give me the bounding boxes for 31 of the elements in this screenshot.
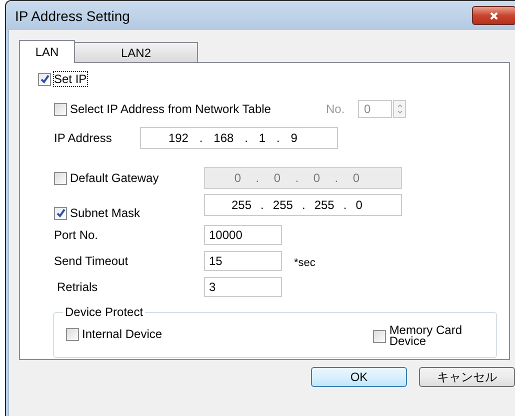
text-field[interactable]: 3 [204, 277, 282, 297]
field-label: Retrials [57, 280, 99, 294]
ip-address-field[interactable]: 192 . 168 . 1 . 9 [140, 127, 338, 149]
tab[interactable]: LAN2 [74, 42, 198, 62]
unit-label: *sec [294, 257, 316, 269]
checkbox[interactable] [38, 72, 51, 86]
field-label: Port No. [54, 228, 100, 242]
close-button[interactable] [472, 6, 515, 25]
field-label: Send Timeout [54, 254, 130, 268]
group-title: Device Protect [63, 305, 146, 319]
ok-button[interactable]: OK [311, 367, 407, 387]
up-down-arrows-icon [396, 102, 404, 116]
field-label: No. [326, 102, 346, 116]
checkbox[interactable] [54, 206, 67, 220]
close-icon [489, 10, 499, 20]
window-title: IP Address Setting [15, 8, 130, 24]
spin-buttons[interactable] [393, 100, 406, 118]
text-field[interactable]: 10000 [204, 225, 282, 245]
checkbox-label: Memory Card Device [389, 325, 462, 347]
set-ip-checkbox-label: Set IP [54, 72, 87, 86]
checkbox-label: Default Gateway [70, 171, 159, 185]
field-label: IP Address [54, 131, 113, 145]
checkbox-label: Internal Device [82, 327, 162, 341]
text-field[interactable]: 15 [204, 251, 282, 271]
checkbox[interactable] [66, 328, 79, 340]
checkbox-label: Select IP Address from Network Table [70, 102, 271, 116]
ip-address-field[interactable]: 255 . 255 . 255 . 0 [204, 194, 402, 216]
cancel-button[interactable]: キャンセル [419, 367, 515, 387]
checkbox-label: Subnet Mask [70, 206, 140, 220]
tab[interactable]: LAN [19, 40, 75, 63]
checkbox[interactable] [373, 330, 386, 342]
